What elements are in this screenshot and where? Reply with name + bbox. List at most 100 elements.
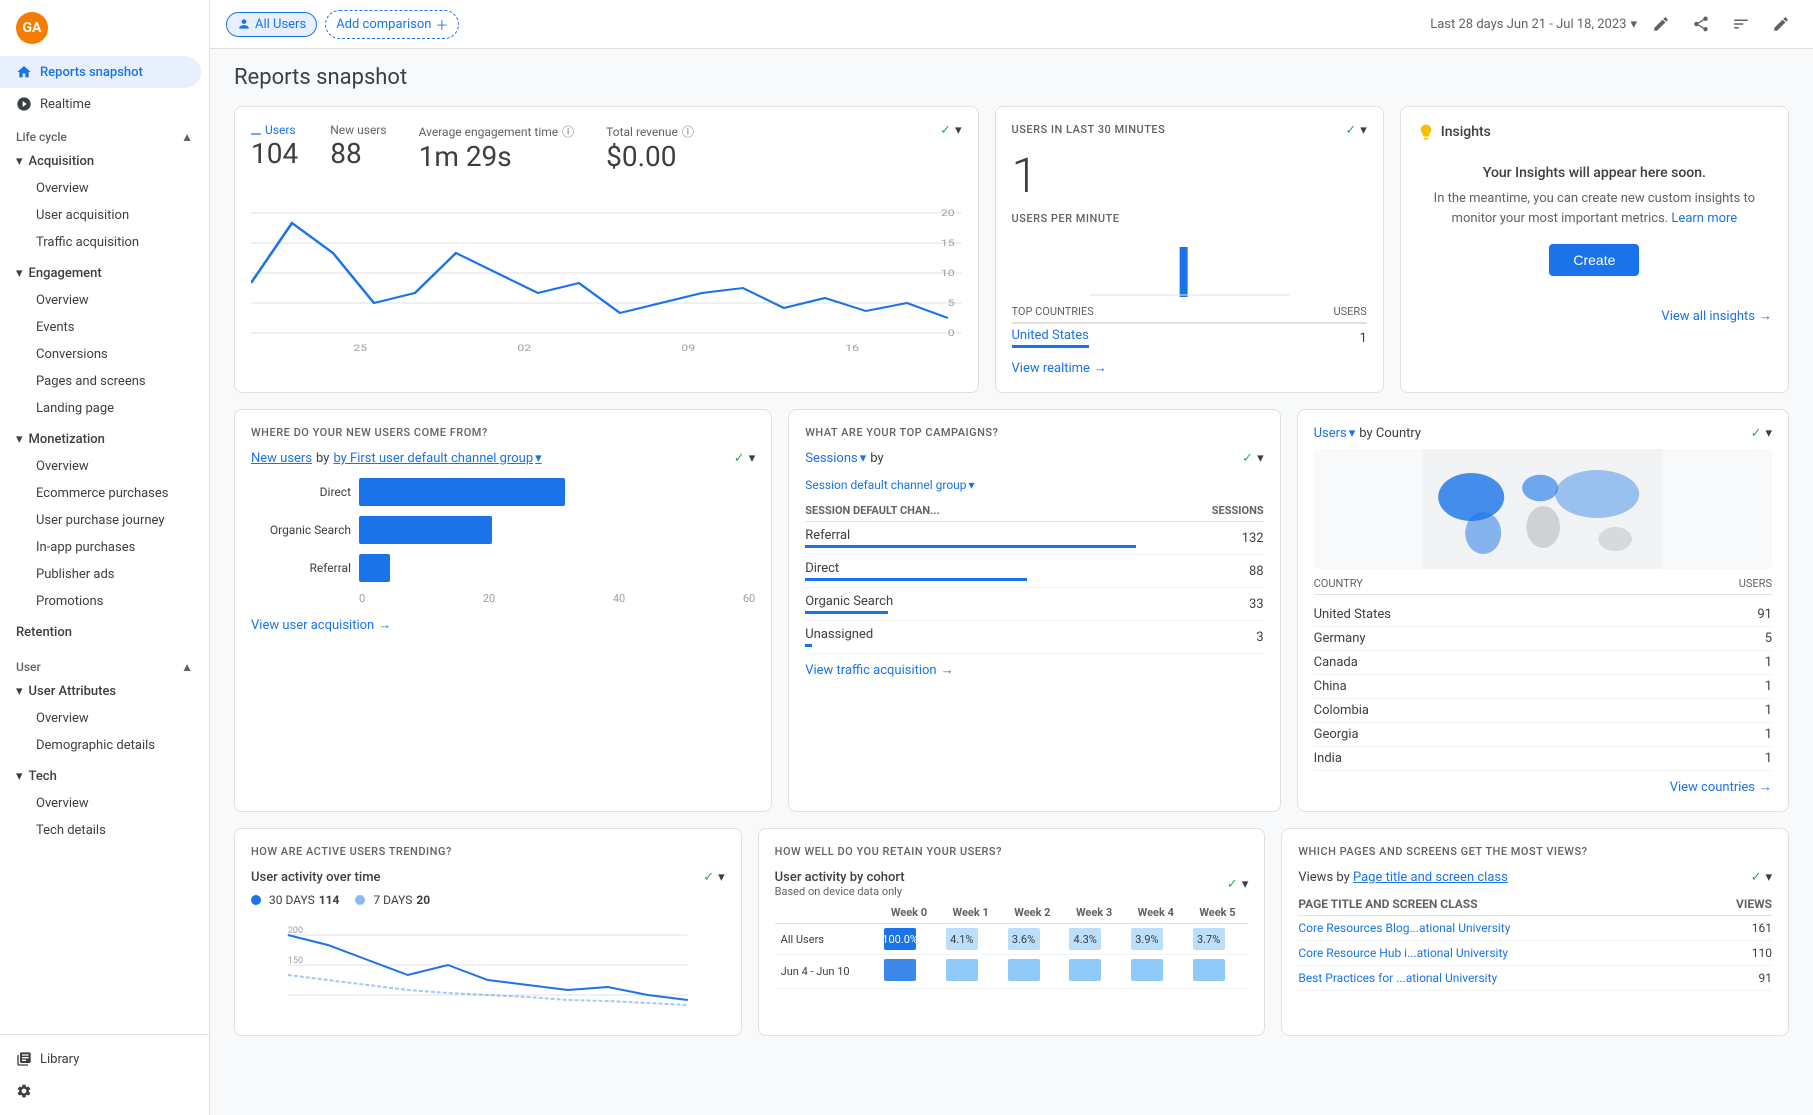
pages-views-label: Views by <box>1298 870 1353 885</box>
countries-data-table: United States91 Germany5 Canada1 China1 … <box>1314 603 1772 771</box>
countries-section: TOP COUNTRIES USERS United States 1 <box>1012 305 1367 352</box>
bar-fill-organic <box>359 516 492 544</box>
retention-card-header: User activity by cohort Based on device … <box>775 870 1249 898</box>
customize-button[interactable] <box>1725 8 1757 40</box>
sidebar-item-user-purchase-journey[interactable]: User purchase journey <box>0 507 201 534</box>
sidebar-category-acquisition[interactable]: ▾ Acquisition <box>0 148 209 175</box>
sidebar-item-in-app[interactable]: In-app purchases <box>0 534 201 561</box>
sidebar-category-engagement[interactable]: ▾ Engagement <box>0 260 209 287</box>
arrow-right-countries: → <box>1759 779 1772 795</box>
users-label: Users <box>251 123 298 137</box>
dropdown-icon-metrics[interactable]: ▾ <box>955 123 962 138</box>
sidebar-item-traffic-acquisition[interactable]: Traffic acquisition <box>0 229 201 256</box>
trend-legend: 30 DAYS 114 7 DAYS 20 <box>251 893 725 907</box>
svg-text:0: 0 <box>948 328 955 339</box>
new-users-link[interactable]: New users <box>251 451 312 466</box>
add-comparison-button[interactable]: Add comparison ＋ <box>325 10 459 39</box>
dropdown-pages[interactable]: ▾ <box>1765 870 1772 885</box>
lifecycle-label: Life cycle <box>16 130 67 144</box>
view-user-acquisition-link[interactable]: View user acquisition → <box>251 617 755 633</box>
create-button[interactable]: Create <box>1549 244 1639 276</box>
sidebar-section-lifecycle[interactable]: Life cycle ▲ <box>0 120 209 148</box>
info-icon-eng[interactable]: ⓘ <box>562 123 574 140</box>
learn-more-link[interactable]: Learn more <box>1671 211 1737 226</box>
metric-avg-engagement: Average engagement time ⓘ 1m 29s <box>419 123 575 173</box>
sidebar-category-retention[interactable]: Retention <box>0 619 209 646</box>
avg-engagement-label: Average engagement time ⓘ <box>419 123 575 140</box>
sidebar-item-pages-screens[interactable]: Pages and screens <box>0 368 201 395</box>
users-country-dropdown[interactable]: Users ▾ <box>1314 426 1356 441</box>
view-all-insights-link[interactable]: View all insights → <box>1417 308 1772 324</box>
sidebar-item-tech-details[interactable]: Tech details <box>0 817 201 844</box>
sidebar-item-admin[interactable] <box>0 1075 201 1107</box>
page-name-2[interactable]: Core Resource Hub i...ational University <box>1298 941 1703 966</box>
topbar: All Users Add comparison ＋ Last 28 days … <box>210 0 1813 49</box>
page-name-3[interactable]: Best Practices for ...ational University <box>1298 966 1703 991</box>
sidebar-item-overview-eng[interactable]: Overview <box>0 287 201 314</box>
share-button[interactable] <box>1685 8 1717 40</box>
realtime-card: USERS IN LAST 30 MINUTES ✓ ▾ 1 USERS PER… <box>995 106 1384 393</box>
sidebar-item-reports-snapshot[interactable]: Reports snapshot <box>0 56 201 88</box>
pages-card: WHICH PAGES AND SCREENS GET THE MOST VIE… <box>1281 828 1789 1036</box>
lifecycle-chevron: ▲ <box>181 130 193 144</box>
sidebar-item-overview-mon[interactable]: Overview <box>0 453 201 480</box>
svg-text:20: 20 <box>941 208 955 219</box>
sidebar-item-library[interactable]: Library <box>0 1043 201 1075</box>
page-title-link[interactable]: Page title and screen class <box>1353 870 1508 885</box>
campaign-name-direct: Direct <box>805 555 1136 588</box>
campaign-bar-direct <box>805 578 1027 581</box>
sidebar-category-tech[interactable]: ▾ Tech <box>0 763 209 790</box>
campaign-value-direct: 88 <box>1136 555 1264 588</box>
view-countries-link[interactable]: View countries → <box>1314 779 1772 795</box>
sidebar-category-monetization[interactable]: ▾ Monetization <box>0 426 209 453</box>
sidebar-item-events[interactable]: Events <box>0 314 201 341</box>
info-icon-rev[interactable]: ⓘ <box>682 123 694 140</box>
sidebar-item-ua-overview[interactable]: Overview <box>0 705 201 732</box>
sidebar-section-user[interactable]: User ▲ <box>0 650 209 678</box>
metric-total-revenue: Total revenue ⓘ $0.00 <box>606 123 694 173</box>
dropdown-acq[interactable]: ▾ <box>749 451 756 466</box>
ret-w4-all: 3.9% <box>1125 924 1187 955</box>
dropdown-ret[interactable]: ▾ <box>1242 877 1249 892</box>
sidebar-item-user-acquisition[interactable]: User acquisition <box>0 202 201 229</box>
acquisition-label: Acquisition <box>29 154 95 169</box>
channel-group-dropdown[interactable]: by First user default channel group ▾ <box>333 451 541 466</box>
sidebar-item-overview-acq[interactable]: Overview <box>0 175 201 202</box>
svg-text:150: 150 <box>288 956 303 966</box>
sidebar-category-user-attributes[interactable]: ▾ User Attributes <box>0 678 209 705</box>
sidebar-item-conversions[interactable]: Conversions <box>0 341 201 368</box>
sidebar-item-tech-overview[interactable]: Overview <box>0 790 201 817</box>
edit-icon-button[interactable] <box>1645 8 1677 40</box>
realtime-chart-svg <box>1012 237 1367 297</box>
retention-title-block: User activity by cohort Based on device … <box>775 870 905 898</box>
sidebar-item-demographic[interactable]: Demographic details <box>0 732 201 759</box>
pages-title-block: Views by Page title and screen class <box>1298 870 1507 885</box>
view-realtime-link[interactable]: View realtime → <box>1012 360 1367 376</box>
page-name-1[interactable]: Core Resources Blog...ational University <box>1298 916 1703 941</box>
check-icon-realtime: ✓ <box>1345 123 1356 138</box>
session-channel-group-link[interactable]: Session default channel group ▾ <box>805 478 1263 492</box>
svg-text:09: 09 <box>681 343 695 353</box>
dropdown-icon-realtime[interactable]: ▾ <box>1360 123 1367 138</box>
view-traffic-acquisition-link[interactable]: View traffic acquisition → <box>805 662 1263 678</box>
sessions-dropdown[interactable]: Sessions ▾ <box>805 451 866 466</box>
sidebar-item-promotions[interactable]: Promotions <box>0 588 201 615</box>
sidebar-footer: Library <box>0 1034 209 1115</box>
sidebar-item-realtime[interactable]: Realtime <box>0 88 201 120</box>
all-users-chip[interactable]: All Users <box>226 12 317 37</box>
sidebar-item-publisher-ads[interactable]: Publisher ads <box>0 561 201 588</box>
page-views-3: 91 <box>1703 966 1772 991</box>
campaigns-chart-header: Sessions ▾ by ✓ ▾ <box>805 451 1263 466</box>
sidebar-item-ecommerce[interactable]: Ecommerce purchases <box>0 480 201 507</box>
cn-co: Colombia <box>1314 699 1700 723</box>
realtime-title: USERS IN LAST 30 MINUTES <box>1012 123 1166 136</box>
pencil-button[interactable] <box>1765 8 1797 40</box>
retention-table: Week 0 Week 1 Week 2 Week 3 Week 4 Week … <box>775 902 1249 989</box>
sidebar-item-landing-page[interactable]: Landing page <box>0 395 201 422</box>
dropdown-camp[interactable]: ▾ <box>1257 451 1264 466</box>
dropdown-countries[interactable]: ▾ <box>1765 426 1772 441</box>
date-range[interactable]: Last 28 days Jun 21 - Jul 18, 2023 ▾ <box>1430 17 1637 32</box>
trend-section-header: HOW ARE ACTIVE USERS TRENDING? <box>251 845 725 858</box>
realtime-value: 1 <box>1012 152 1367 200</box>
dropdown-trend[interactable]: ▾ <box>718 870 725 885</box>
